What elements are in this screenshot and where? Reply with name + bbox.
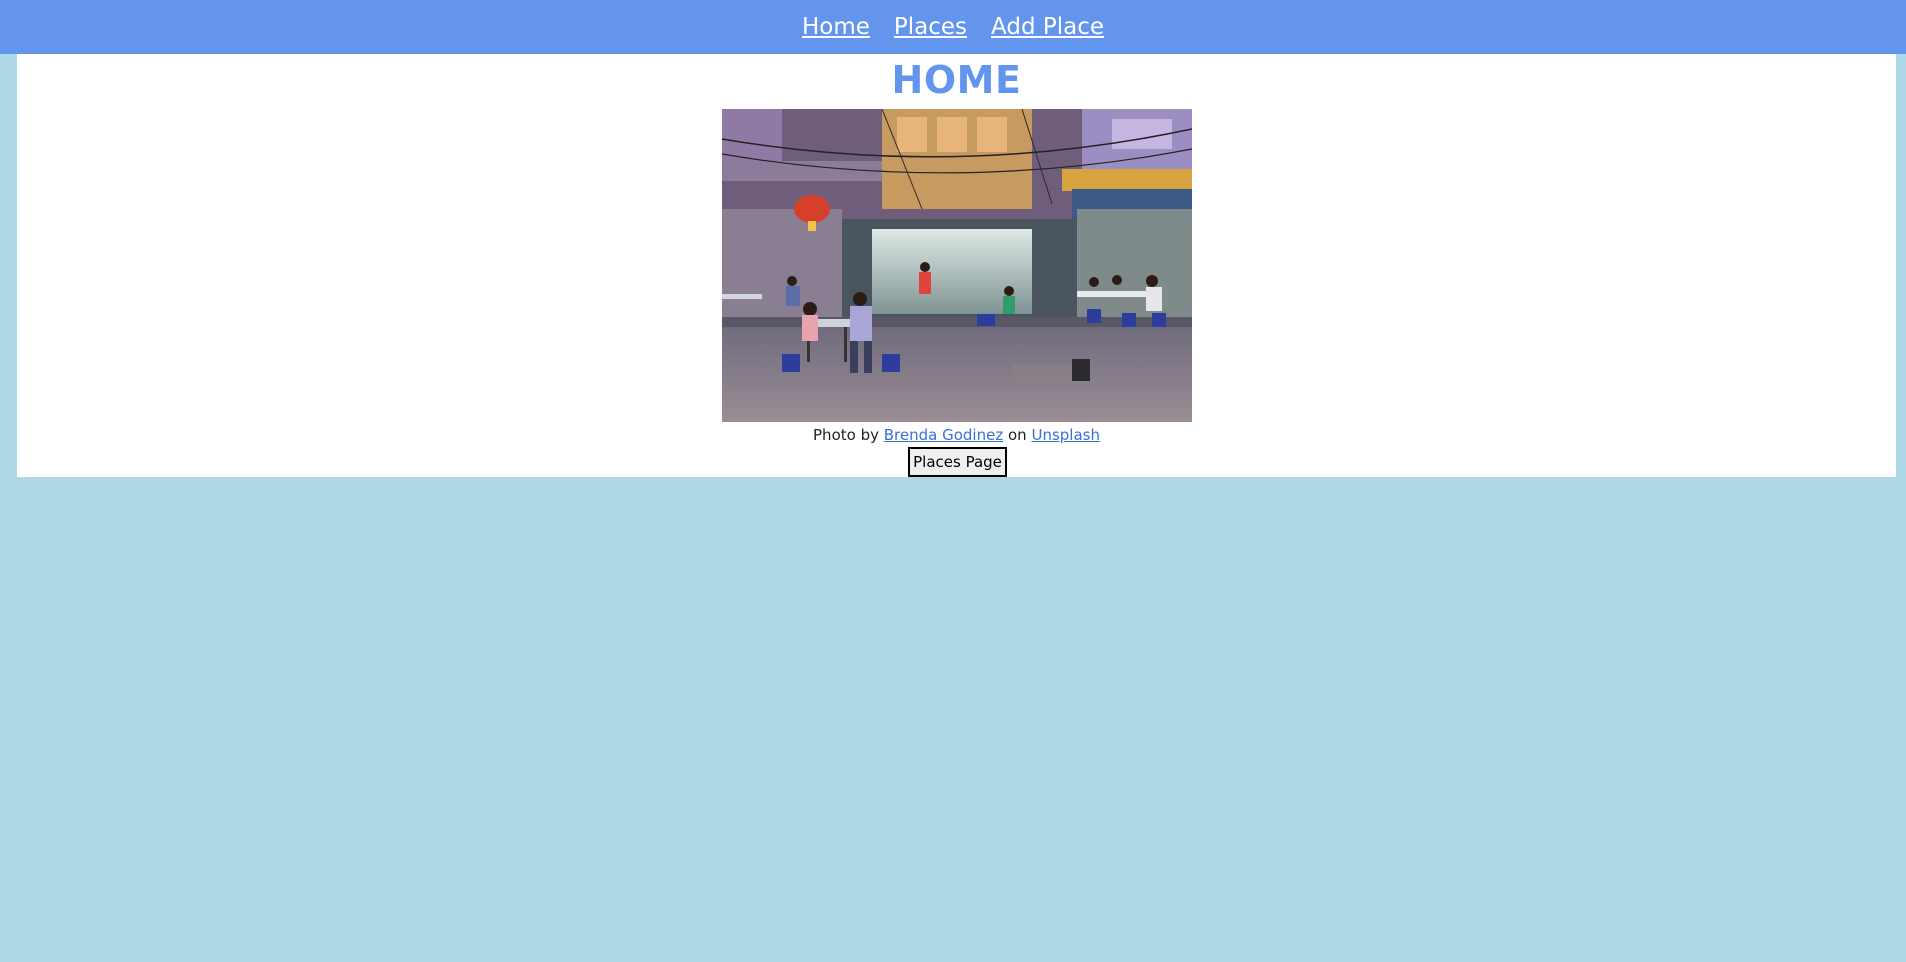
credit-author-link[interactable]: Brenda Godinez <box>884 426 1003 444</box>
main-content: HOME Photo by Brenda Godinez on Unsplash… <box>17 54 1896 477</box>
photo-credit: Photo by Brenda Godinez on Unsplash <box>17 426 1896 444</box>
credit-prefix: Photo by <box>813 426 879 444</box>
credit-site-link[interactable]: Unsplash <box>1031 426 1100 444</box>
nav-link-add-place[interactable]: Add Place <box>991 15 1104 39</box>
top-nav: Home Places Add Place <box>0 0 1906 54</box>
page-title: HOME <box>891 58 1022 102</box>
hero-photo <box>722 109 1192 422</box>
places-page-button[interactable]: Places Page <box>908 447 1007 477</box>
nav-link-places[interactable]: Places <box>894 15 967 39</box>
nav-link-home[interactable]: Home <box>802 15 870 39</box>
credit-middle: on <box>1008 426 1027 444</box>
